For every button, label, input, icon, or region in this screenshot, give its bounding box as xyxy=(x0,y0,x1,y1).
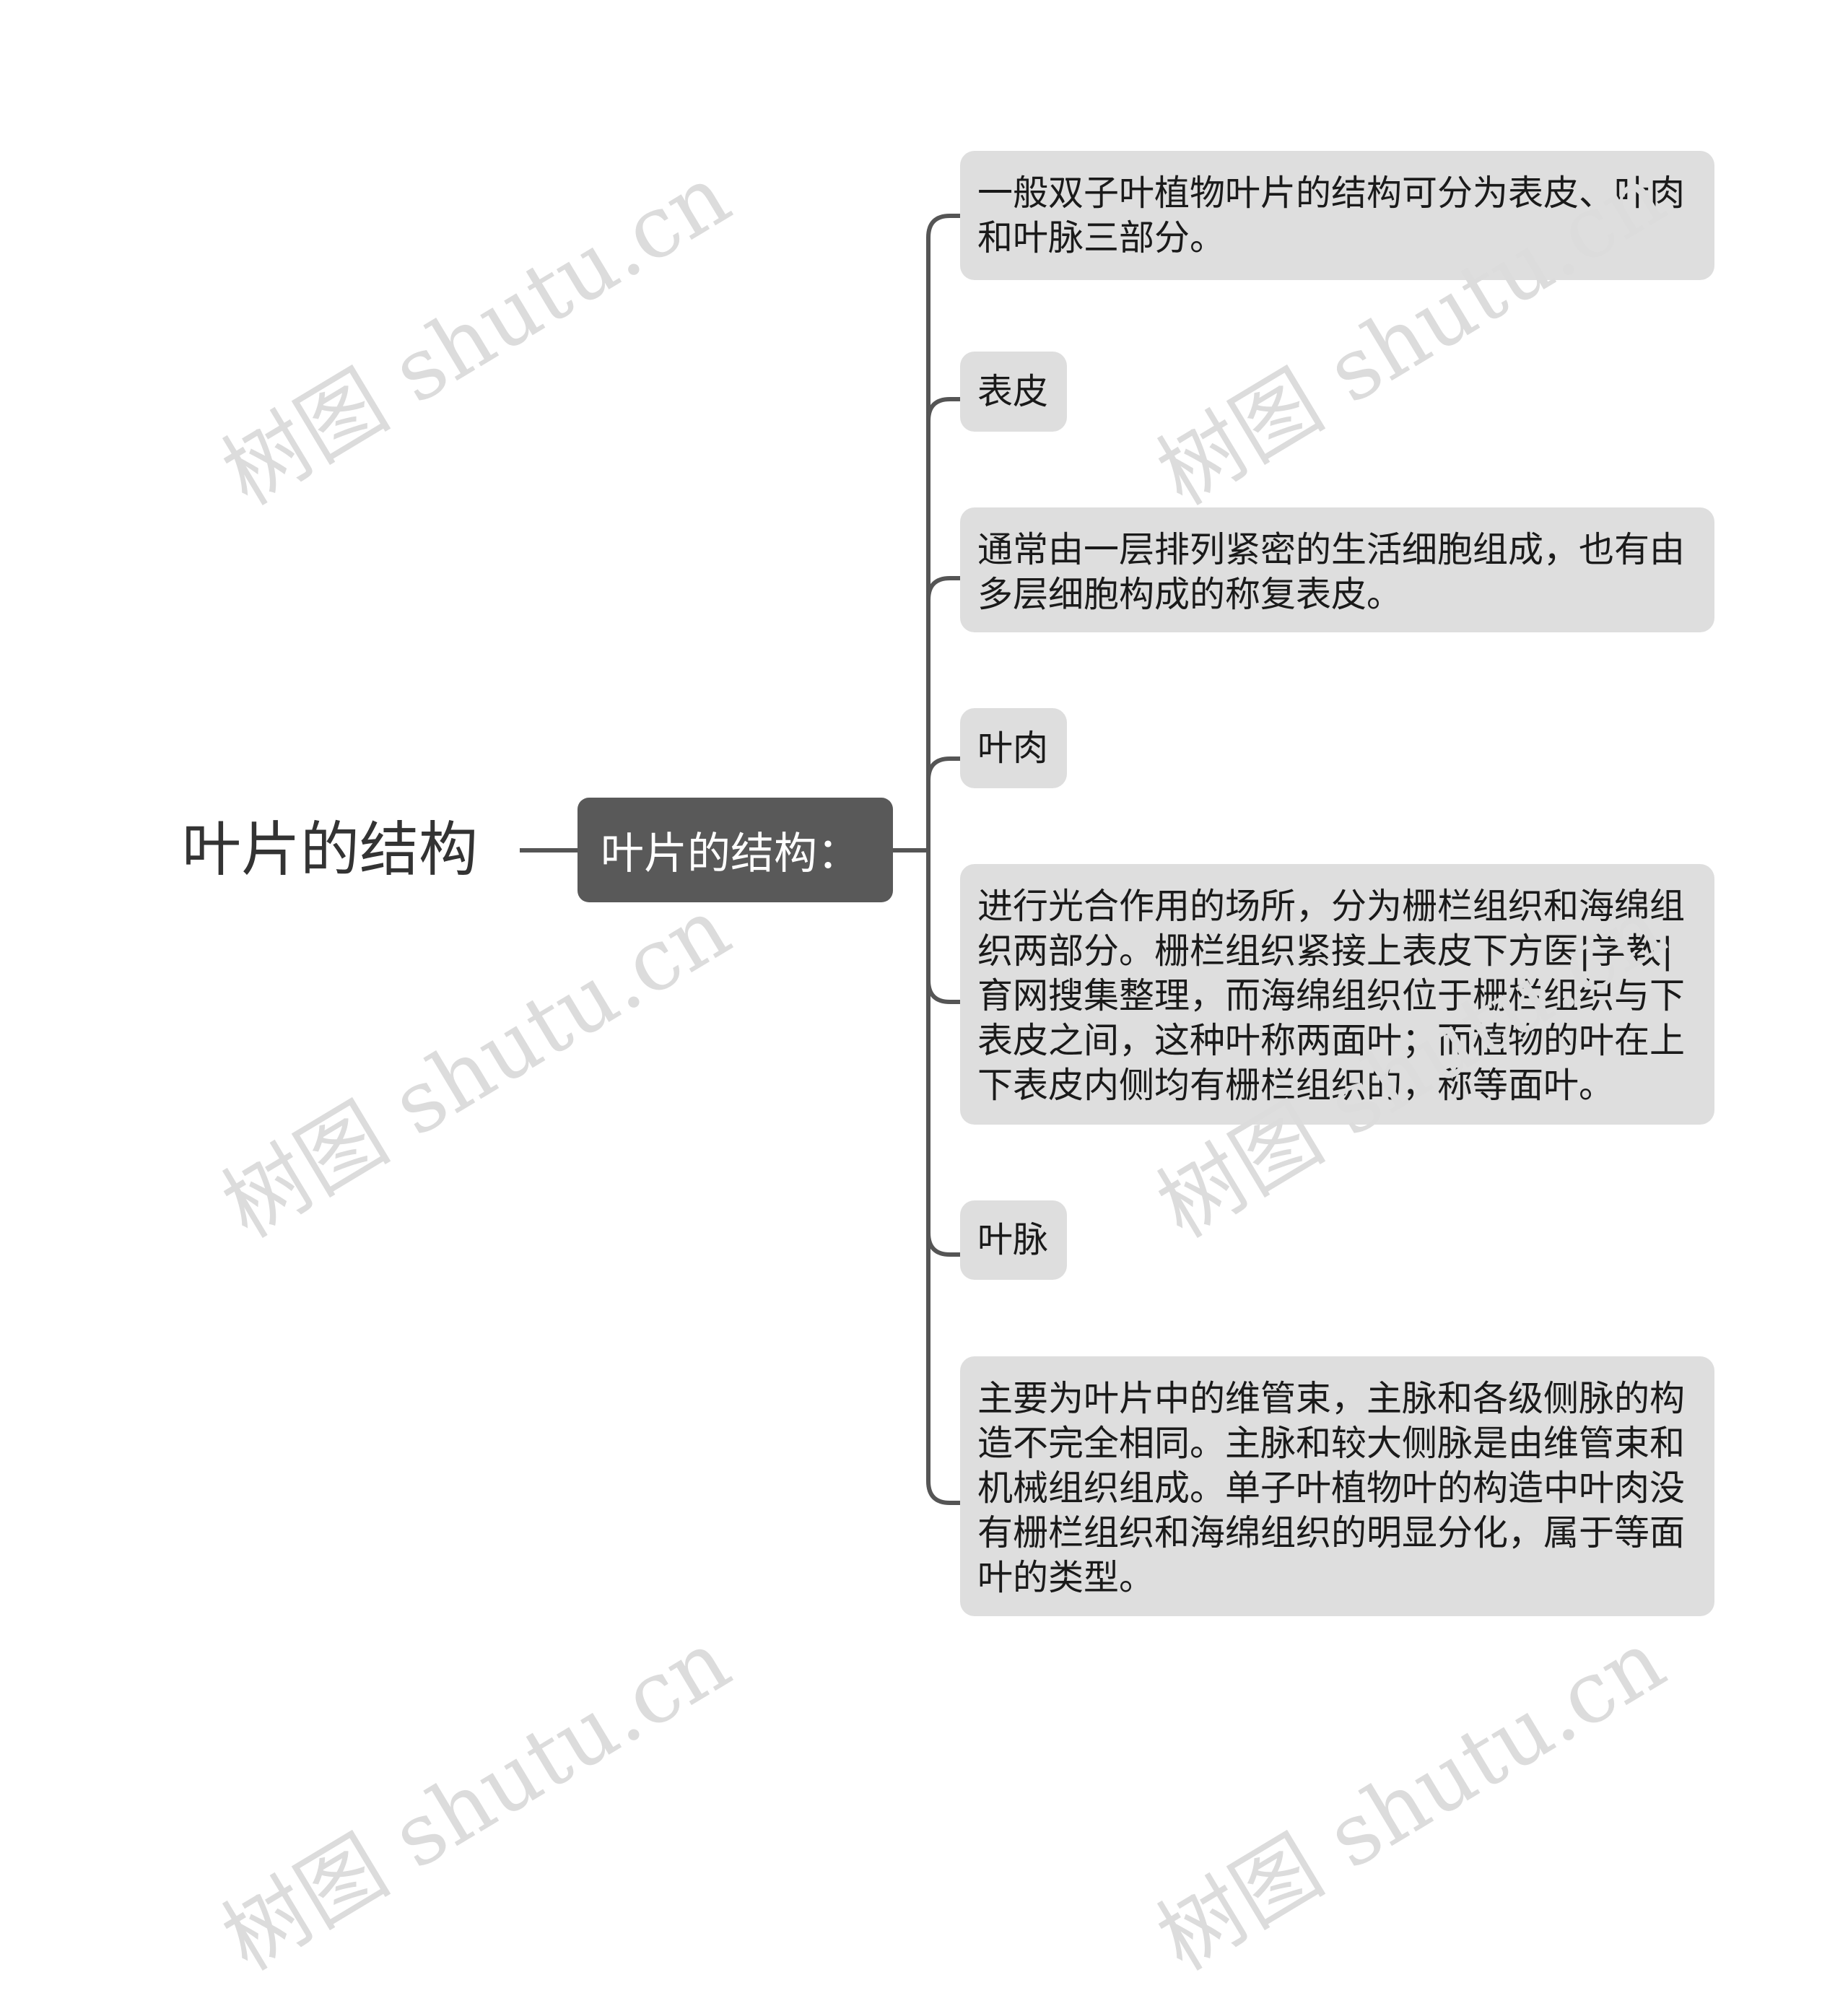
branch-connector-6 xyxy=(926,1232,960,1257)
main-topic-node[interactable]: 叶片的结构： xyxy=(578,798,893,902)
branch-connector-5 xyxy=(926,980,960,1004)
subtopic-label: 表皮 xyxy=(977,370,1049,412)
branch-connector-7 xyxy=(926,850,960,1505)
root-topic[interactable]: 叶片的结构 xyxy=(182,814,478,886)
subtopic-mesophyll[interactable]: 叶肉 xyxy=(960,708,1067,788)
subtopic-vein[interactable]: 叶脉 xyxy=(960,1200,1067,1280)
mind-map-canvas: 叶片的结构 叶片的结构： 一般双子叶植物叶片的结构可分为表皮、叶肉和叶脉三部分。… xyxy=(0,0,1848,1989)
main-topic-label: 叶片的结构： xyxy=(601,829,860,879)
branch-connector-4 xyxy=(926,756,960,781)
subtopic-vein-detail[interactable]: 主要为叶片中的维管束，主脉和各级侧脉的构造不完全相同。主脉和较大侧脉是由维管束和… xyxy=(960,1356,1714,1616)
subtopic-label: 一般双子叶植物叶片的结构可分为表皮、叶肉和叶脉三部分。 xyxy=(977,173,1686,258)
subtopic-label: 主要为叶片中的维管束，主脉和各级侧脉的构造不完全相同。主脉和较大侧脉是由维管束和… xyxy=(977,1378,1686,1598)
subtopic-overview[interactable]: 一般双子叶植物叶片的结构可分为表皮、叶肉和叶脉三部分。 xyxy=(960,151,1714,280)
subtopic-label: 叶脉 xyxy=(977,1219,1049,1260)
subtopic-mesophyll-detail[interactable]: 进行光合作用的场所，分为栅栏组织和海绵组织两部分。栅栏组织紧接上表皮下方医|学教… xyxy=(960,864,1714,1125)
subtopic-epidermis[interactable]: 表皮 xyxy=(960,352,1067,432)
branch-connector-1 xyxy=(926,214,960,850)
branch-connector-3 xyxy=(926,576,960,601)
subtopic-label: 进行光合作用的场所，分为栅栏组织和海绵组织两部分。栅栏组织紧接上表皮下方医|学教… xyxy=(977,886,1686,1106)
subtopic-label: 通常由一层排列紧密的生活细胞组成，也有由多层细胞构成的称复表皮。 xyxy=(977,529,1686,615)
subtopic-label: 叶肉 xyxy=(977,727,1049,769)
subtopic-epidermis-detail[interactable]: 通常由一层排列紧密的生活细胞组成，也有由多层细胞构成的称复表皮。 xyxy=(960,507,1714,632)
branch-connector-2 xyxy=(926,397,960,422)
